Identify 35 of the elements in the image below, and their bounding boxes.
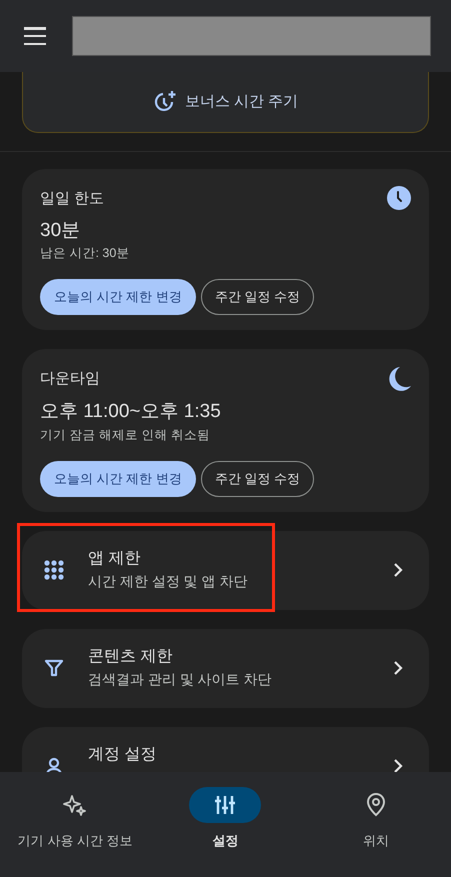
item-title: 계정 설정	[88, 745, 158, 765]
limit-value: 30분	[40, 218, 82, 242]
nav-item[interactable]: 기기 사용 시간 정보	[0, 787, 150, 877]
person-icon	[44, 756, 64, 772]
grid-icon	[44, 560, 64, 580]
card-title: 다운타임	[40, 369, 100, 389]
card-title: 일일 한도	[40, 189, 104, 209]
item-subtitle: 검색결과 관리 및 사이트 차단	[88, 670, 273, 689]
chevron-right-icon	[393, 758, 403, 772]
limit-note: 기기 잠금 해제로 인해 취소됨	[40, 426, 211, 444]
chevron-right-icon	[393, 660, 403, 676]
moon-icon	[387, 366, 411, 392]
nav-item[interactable]: 설정	[150, 787, 301, 877]
item-title: 앱 제한	[88, 549, 142, 569]
edit-schedule-button[interactable]: 주간 일정 수정	[200, 279, 314, 315]
clock-icon	[387, 186, 411, 210]
menu-button[interactable]	[24, 27, 46, 45]
clock-plus-icon	[152, 90, 177, 114]
filter-icon	[44, 658, 64, 678]
location-pin-icon	[366, 793, 386, 817]
sliders-icon	[214, 794, 236, 816]
settings-item[interactable]: 앱 제한 시간 제한 설정 및 앱 차단	[22, 530, 429, 610]
edit-schedule-button[interactable]: 주간 일정 수정	[200, 460, 314, 496]
nav-item[interactable]: 위치	[300, 787, 451, 877]
settings-item[interactable]: 계정 설정	[22, 726, 429, 772]
item-title: 콘텐츠 제한	[88, 647, 174, 667]
limit-note: 남은 시간: 30분	[40, 245, 130, 262]
change-limit-button[interactable]: 오늘의 시간 제한 변경	[40, 279, 196, 315]
chevron-right-icon	[393, 562, 403, 578]
sparkle-icon	[63, 793, 88, 817]
limit-value: 오후 11:00~오후 1:35	[40, 400, 222, 424]
settings-item[interactable]: 콘텐츠 제한 검색결과 관리 및 사이트 차단	[22, 628, 429, 708]
item-subtitle: 시간 제한 설정 및 앱 차단	[88, 572, 248, 591]
bonus-time-button[interactable]: 보너스 시간 주기	[22, 72, 429, 133]
change-limit-button[interactable]: 오늘의 시간 제한 변경	[40, 460, 196, 496]
